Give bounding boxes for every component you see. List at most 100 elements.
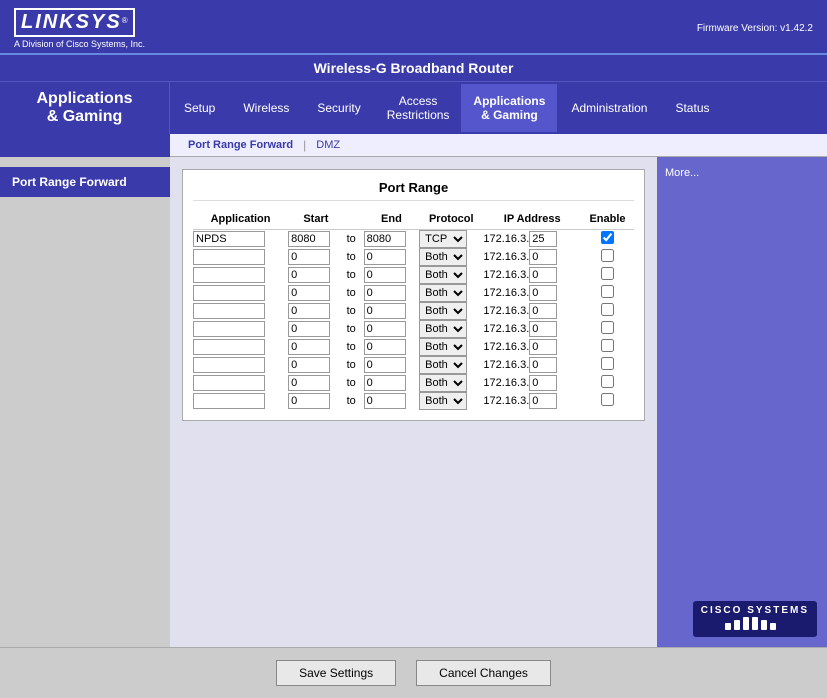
subnav-dmz[interactable]: DMZ [310,137,346,153]
protocol-select-4[interactable]: TCPUDPBoth [419,302,467,320]
ip-last-input-6[interactable] [529,339,557,355]
to-label-3: to [344,284,364,302]
start-input-4[interactable] [288,303,330,319]
ip-last-input-1[interactable] [529,249,557,265]
start-input-8[interactable] [288,375,330,391]
ip-last-input-2[interactable] [529,267,557,283]
protocol-select-9[interactable]: TCPUDPBoth [419,392,467,410]
end-input-4[interactable] [364,303,406,319]
sidebar-item-port-range[interactable]: Port Range Forward [0,167,170,197]
ip-prefix-3: 172.16.3. [483,287,529,299]
app-input-2[interactable] [193,267,265,283]
cancel-button[interactable]: Cancel Changes [416,660,551,686]
more-link[interactable]: More... [665,167,699,179]
enable-checkbox-2[interactable] [601,267,614,280]
nav-item-wireless[interactable]: Wireless [229,91,303,125]
tagline: A Division of Cisco Systems, Inc. [14,39,145,49]
protocol-select-0[interactable]: TCPUDPBoth [419,230,467,248]
to-label-2: to [344,266,364,284]
nav-item-access[interactable]: AccessRestrictions [375,84,462,132]
app-input-0[interactable] [193,231,265,247]
protocol-select-3[interactable]: TCPUDPBoth [419,284,467,302]
save-button[interactable]: Save Settings [276,660,396,686]
col-end [344,209,364,230]
to-label-1: to [344,248,364,266]
port-table: Application Start End Protocol IP Addres… [193,209,634,410]
app-input-9[interactable] [193,393,265,409]
ip-cell-5: 172.16.3. [483,320,581,338]
app-input-5[interactable] [193,321,265,337]
protocol-select-2[interactable]: TCPUDPBoth [419,266,467,284]
nav-item-admin[interactable]: Administration [557,91,661,125]
app-input-7[interactable] [193,357,265,373]
enable-cell-1 [581,248,634,266]
col-application: Application [193,209,288,230]
enable-cell-5 [581,320,634,338]
enable-checkbox-7[interactable] [601,357,614,370]
app-input-8[interactable] [193,375,265,391]
enable-cell-3 [581,284,634,302]
enable-checkbox-9[interactable] [601,393,614,406]
start-input-5[interactable] [288,321,330,337]
protocol-select-7[interactable]: TCPUDPBoth [419,356,467,374]
right-panel: More... CISCO SYSTEMS [657,157,827,647]
start-input-7[interactable] [288,357,330,373]
ip-cell-0: 172.16.3. [483,230,581,249]
start-input-6[interactable] [288,339,330,355]
enable-checkbox-6[interactable] [601,339,614,352]
enable-checkbox-5[interactable] [601,321,614,334]
ip-last-input-5[interactable] [529,321,557,337]
port-range-title: Port Range [193,180,634,201]
table-row: toTCPUDPBoth172.16.3. [193,266,634,284]
protocol-select-6[interactable]: TCPUDPBoth [419,338,467,356]
end-input-6[interactable] [364,339,406,355]
start-input-2[interactable] [288,267,330,283]
end-input-7[interactable] [364,357,406,373]
ip-last-input-3[interactable] [529,285,557,301]
protocol-select-8[interactable]: TCPUDPBoth [419,374,467,392]
end-input-9[interactable] [364,393,406,409]
app-input-6[interactable] [193,339,265,355]
start-input-9[interactable] [288,393,330,409]
enable-cell-4 [581,302,634,320]
enable-cell-0 [581,230,634,249]
app-input-1[interactable] [193,249,265,265]
subnav-port-range[interactable]: Port Range Forward [182,137,299,153]
col-end-label: End [364,209,419,230]
table-row: to TCPUDPBoth 172.16.3. [193,230,634,249]
start-input-1[interactable] [288,249,330,265]
enable-checkbox-8[interactable] [601,375,614,388]
product-title: Wireless-G Broadband Router [314,60,514,76]
end-input-2[interactable] [364,267,406,283]
ip-last-input-9[interactable] [529,393,557,409]
ip-last-input-8[interactable] [529,375,557,391]
start-input-0[interactable] [288,231,330,247]
app-input-3[interactable] [193,285,265,301]
nav-item-apps-gaming[interactable]: Applications& Gaming [461,84,557,132]
enable-checkbox-1[interactable] [601,249,614,262]
ip-cell-7: 172.16.3. [483,356,581,374]
ip-prefix-6: 172.16.3. [483,341,529,353]
enable-checkbox-3[interactable] [601,285,614,298]
ip-last-input-4[interactable] [529,303,557,319]
nav-item-setup[interactable]: Setup [170,91,229,125]
ip-last-input-7[interactable] [529,357,557,373]
brand-name: LINKSYS [21,11,122,33]
table-row: toTCPUDPBoth172.16.3. [193,320,634,338]
nav-item-status[interactable]: Status [661,91,723,125]
protocol-select-5[interactable]: TCPUDPBoth [419,320,467,338]
cisco-logo: CISCO SYSTEMS [693,601,817,637]
app-input-4[interactable] [193,303,265,319]
start-input-3[interactable] [288,285,330,301]
protocol-select-1[interactable]: TCPUDPBoth [419,248,467,266]
end-input-1[interactable] [364,249,406,265]
end-input-0[interactable] [364,231,406,247]
end-input-8[interactable] [364,375,406,391]
ip-last-input-0[interactable] [529,231,557,247]
enable-checkbox-0[interactable] [601,231,614,244]
to-label-0: to [344,230,364,249]
enable-checkbox-4[interactable] [601,303,614,316]
nav-item-security[interactable]: Security [303,91,374,125]
end-input-3[interactable] [364,285,406,301]
end-input-5[interactable] [364,321,406,337]
